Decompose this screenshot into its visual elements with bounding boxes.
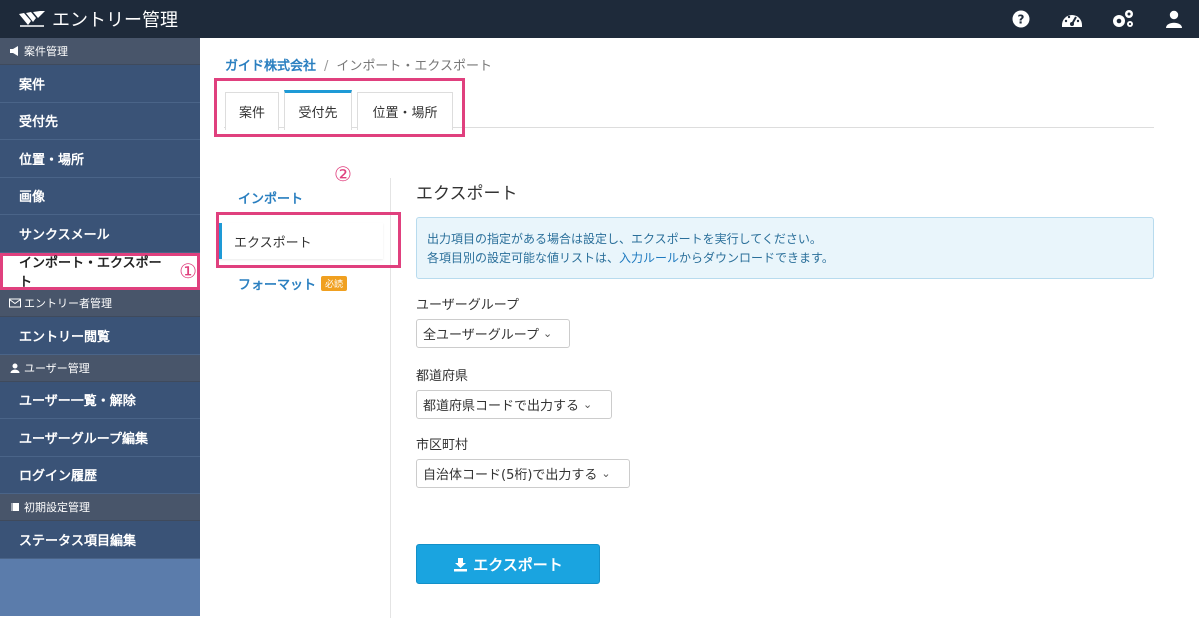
app-title: エントリー管理 [52, 10, 178, 31]
mail-icon [9, 298, 21, 308]
input-rules-link[interactable]: 入力ルール [619, 251, 679, 265]
sidebar-section-label: エントリー者管理 [24, 297, 112, 310]
sidebar-item[interactable]: 受付先 [0, 102, 200, 140]
sidebar-section-label: 案件管理 [24, 45, 68, 58]
sidebar-item-label: ユーザー一覧・解除 [19, 394, 136, 410]
sidebar-section-header: ユーザー管理 [0, 354, 200, 382]
app-brand[interactable]: エントリー管理 [0, 6, 178, 32]
sidebar-item[interactable]: エントリー閲覧 [0, 317, 200, 355]
dashboard-icon[interactable] [1046, 0, 1097, 38]
export-panel: エクスポート 出力項目の指定がある場合は設定し、エクスポートを実行してください。… [416, 178, 1154, 584]
user-group-label: ユーザーグループ [416, 298, 519, 313]
tab-case[interactable]: 案件 [225, 92, 279, 130]
sidebar-item-label: ログイン履歴 [19, 469, 98, 485]
info-alert: 出力項目の指定がある場合は設定し、エクスポートを実行してください。 各項目別の設… [416, 217, 1154, 279]
sidebar-item-label: エントリー閲覧 [19, 329, 111, 345]
subnav-format-label: フォーマット [238, 278, 317, 293]
info-line-1: 出力項目の指定がある場合は設定し、エクスポートを実行してください。 [427, 232, 822, 246]
export-button[interactable]: エクスポート [416, 544, 600, 584]
municipality-value: 自治体コード(5桁)で出力する [423, 468, 598, 483]
subnav-format-link[interactable]: フォーマット 必読 [238, 274, 348, 293]
tab-reception[interactable]: 受付先 [284, 90, 352, 130]
required-badge: 必読 [321, 276, 348, 291]
subnav-import-link[interactable]: インポート [238, 188, 303, 207]
sidebar-section-header: エントリー者管理 [0, 290, 200, 317]
sidebar-item-label: インポート・エクスポート [19, 256, 162, 291]
person-icon [9, 363, 21, 373]
chevron-down-icon: ⌄ [542, 327, 553, 340]
subnav-export-item[interactable]: エクスポート [219, 223, 383, 259]
sidebar-item-label: 案件 [19, 77, 46, 93]
sub-navigation: インポート エクスポート フォーマット 必読 [216, 178, 401, 618]
municipality-label: 市区町村 [416, 438, 469, 453]
sidebar: 案件管理案件受付先位置・場所画像サンクスメールインポート・エクスポート ① エントリ… [0, 38, 200, 616]
sidebar-item-label: サンクスメール [19, 227, 110, 243]
svg-text:?: ? [1017, 13, 1024, 27]
section-title: エクスポート [416, 184, 518, 204]
info-line-2: 各項目別の設定可能な値リストは、入力ルールからダウンロードできます。 [427, 249, 1143, 268]
sidebar-item-label: 位置・場所 [19, 152, 85, 168]
sidebar-section-header: 初期設定管理 [0, 494, 200, 521]
sidebar-item[interactable]: 位置・場所 [0, 140, 200, 178]
sidebar-item[interactable]: サンクスメール [0, 215, 200, 253]
sidebar-section-header: 案件管理 [0, 38, 200, 65]
tabs-highlight-box: 案件 受付先 位置・場所 [214, 78, 465, 137]
info-line-2-pre: 各項目別の設定可能な値リストは、 [427, 251, 620, 265]
subnav-export-highlight: エクスポート [216, 212, 401, 268]
sidebar-item-label: 受付先 [19, 115, 59, 131]
sidebar-item-label: ユーザーグループ編集 [19, 431, 148, 447]
sidebar-item[interactable]: 案件 [0, 65, 200, 103]
book-icon [9, 502, 21, 512]
sidebar-section-label: ユーザー管理 [24, 361, 90, 375]
breadcrumb-parent-link[interactable]: ガイド株式会社 [225, 59, 316, 74]
sidebar-item-label: ステータス項目編集 [19, 533, 137, 549]
chevron-down-icon: ⌄ [583, 398, 593, 411]
breadcrumb: ガイド株式会社 / インポート・エクスポート [225, 55, 492, 74]
municipality-select[interactable]: 自治体コード(5桁)で出力する ⌄ [416, 459, 630, 488]
user-icon[interactable] [1148, 0, 1199, 38]
megaphone-icon [9, 46, 21, 56]
prefecture-select[interactable]: 都道府県コードで出力する ⌄ [416, 390, 612, 419]
breadcrumb-separator: / [324, 59, 329, 74]
top-bar: エントリー管理 ? [0, 0, 1199, 38]
chevron-down-icon: ⌄ [601, 467, 611, 480]
settings-icon[interactable] [1097, 0, 1148, 38]
tab-location[interactable]: 位置・場所 [357, 92, 453, 130]
prefecture-label: 都道府県 [416, 369, 469, 384]
sidebar-item[interactable]: ログイン履歴 [0, 456, 200, 494]
info-line-2-post: からダウンロードできます。 [679, 251, 834, 265]
user-group-select[interactable]: 全ユーザーグループ ⌄ [416, 319, 570, 348]
download-icon [454, 557, 468, 571]
sidebar-item[interactable]: ユーザーグループ編集 [0, 419, 200, 457]
export-button-label: エクスポート [473, 555, 563, 574]
marker-1: ① [179, 259, 197, 284]
sidebar-item[interactable]: ステータス項目編集 [0, 521, 200, 559]
sidebar-item-label: 画像 [19, 190, 46, 206]
main-content: ガイド株式会社 / インポート・エクスポート 案件 受付先 位置・場所 ② インポー… [200, 38, 1199, 618]
help-icon[interactable]: ? [995, 0, 1046, 38]
sidebar-item[interactable]: インポート・エクスポート ① [0, 252, 200, 291]
sidebar-item[interactable]: 画像 [0, 177, 200, 215]
top-icons: ? [995, 0, 1199, 38]
breadcrumb-current: インポート・エクスポート [336, 59, 493, 74]
user-group-value: 全ユーザーグループ [423, 328, 539, 343]
logo-icon [19, 11, 45, 27]
sidebar-item[interactable]: ユーザー一覧・解除 [0, 381, 200, 419]
prefecture-value: 都道府県コードで出力する [423, 399, 580, 414]
sidebar-section-label: 初期設定管理 [24, 501, 90, 514]
